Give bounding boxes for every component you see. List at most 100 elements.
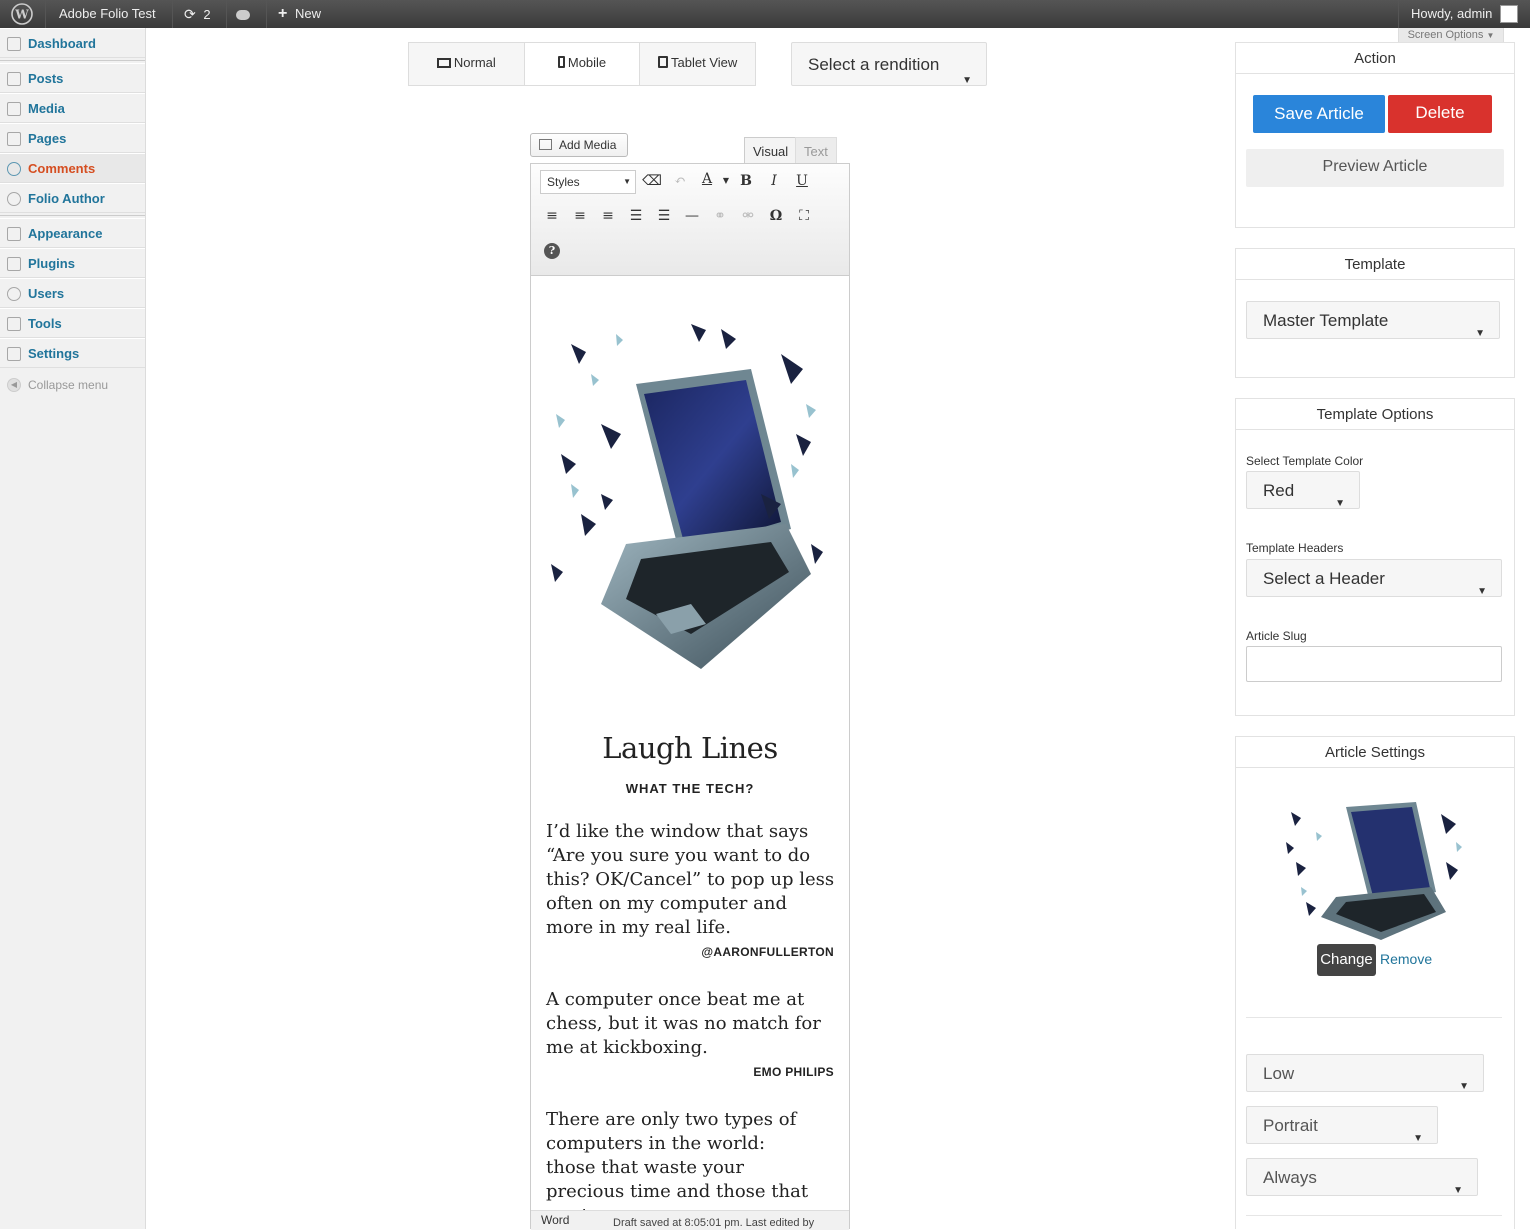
bold-icon[interactable]: B xyxy=(736,171,756,191)
sidebar-item-label: Folio Author xyxy=(28,191,105,206)
bullet-list-icon[interactable]: ☰ xyxy=(626,206,646,226)
align-right-icon[interactable]: ≡ xyxy=(598,206,618,226)
tab-visual[interactable]: Visual xyxy=(744,137,798,164)
quality-select[interactable]: Low ▼ xyxy=(1246,1054,1484,1092)
screen-options-label: Screen Options xyxy=(1407,29,1484,41)
sidebar-item-label: Comments xyxy=(28,161,96,176)
sidebar-item-users[interactable]: Users xyxy=(0,278,145,308)
new-content-link[interactable]: + New xyxy=(278,0,321,28)
sidebar-item-media[interactable]: Media xyxy=(0,93,145,123)
article-slug-input[interactable] xyxy=(1246,646,1502,682)
updates-link[interactable]: ⟳ 2 xyxy=(184,0,211,28)
arrow-down-icon: ▼ xyxy=(1486,31,1495,40)
collapse-menu-label: Collapse menu xyxy=(28,378,109,392)
sidebar-item-label: Appearance xyxy=(28,226,103,241)
sidebar-item-appearance[interactable]: Appearance xyxy=(0,218,145,248)
account-menu[interactable]: Howdy, admin xyxy=(1411,0,1519,28)
article-settings-panel: Article Settings Change Remove Low ▼ Por… xyxy=(1235,736,1515,1229)
template-panel: Template Master Template ▼ xyxy=(1235,248,1515,378)
orientation-select-value: Portrait xyxy=(1263,1116,1318,1135)
save-article-button[interactable]: Save Article xyxy=(1253,95,1385,133)
tab-text[interactable]: Text xyxy=(795,137,837,164)
quote-text: I’d like the window that says “Are you s… xyxy=(546,821,835,938)
admin-bar: W Adobe Folio Test ⟳ 2 + New Howdy, admi… xyxy=(0,0,1530,28)
sidebar-item-comments[interactable]: Comments xyxy=(0,153,145,183)
article-settings-title: Article Settings xyxy=(1236,737,1514,768)
underline-icon[interactable]: U xyxy=(792,171,812,191)
sidebar-item-plugins[interactable]: Plugins xyxy=(0,248,145,278)
styles-select[interactable]: Styles ▼ xyxy=(540,170,636,194)
italic-icon[interactable]: I xyxy=(764,171,784,191)
editor-status-bar: Word Draft saved at 8:05:01 pm. Last edi… xyxy=(531,1210,849,1230)
phone-icon xyxy=(557,56,565,68)
tablet-view-button[interactable]: Tablet View xyxy=(640,43,755,85)
preview-article-button[interactable]: Preview Article xyxy=(1246,149,1504,187)
template-options-panel: Template Options Select Template Color R… xyxy=(1235,398,1515,716)
sidebar-item-dashboard[interactable]: Dashboard xyxy=(0,28,145,58)
sidebar-item-folio-author[interactable]: Folio Author xyxy=(0,183,145,213)
undo-icon[interactable]: ↶ xyxy=(670,171,690,191)
avatar xyxy=(1500,4,1519,23)
remove-image-link[interactable]: Remove xyxy=(1380,951,1432,967)
template-headers-label: Template Headers xyxy=(1246,541,1344,555)
comment-icon xyxy=(7,162,21,176)
appearance-icon xyxy=(7,227,21,241)
frequency-select[interactable]: Always ▼ xyxy=(1246,1158,1478,1196)
chevron-down-icon: ▼ xyxy=(1459,1081,1469,1092)
template-color-select[interactable]: Red ▼ xyxy=(1246,471,1360,509)
svg-text:W: W xyxy=(14,8,29,22)
sidebar-item-label: Plugins xyxy=(28,256,75,271)
template-color-value: Red xyxy=(1263,481,1295,500)
numbered-list-icon[interactable]: ☰ xyxy=(654,206,674,226)
add-media-button[interactable]: Add Media xyxy=(530,133,628,157)
chevron-down-icon: ▼ xyxy=(1453,1185,1463,1196)
divider xyxy=(1246,1215,1502,1216)
tablet-icon xyxy=(658,56,669,68)
word-count-label: Word xyxy=(541,1213,570,1227)
template-select[interactable]: Master Template ▼ xyxy=(1246,301,1500,339)
sidebar-item-tools[interactable]: Tools xyxy=(0,308,145,338)
sidebar-item-settings[interactable]: Settings xyxy=(0,338,145,368)
help-icon[interactable]: ? xyxy=(542,240,562,260)
normal-view-button[interactable]: Normal xyxy=(409,43,525,85)
mobile-view-button[interactable]: Mobile xyxy=(524,43,641,85)
special-character-icon[interactable]: Ω xyxy=(766,206,786,226)
view-toggle-group: Normal Mobile Tablet View xyxy=(408,42,756,86)
quote-author: @AARONFULLERTON xyxy=(701,945,834,959)
mobile-view-label: Mobile xyxy=(567,55,607,70)
sidebar-item-label: Pages xyxy=(28,131,67,146)
hero-image xyxy=(541,314,831,684)
unlink-icon[interactable]: ⚮ xyxy=(738,206,758,226)
fullscreen-icon[interactable]: ⛶ xyxy=(794,206,814,226)
sidebar-item-pages[interactable]: Pages xyxy=(0,123,145,153)
preview-article-label: Preview Article xyxy=(1322,158,1428,175)
eraser-icon[interactable]: ⌫ xyxy=(642,171,662,191)
rendition-select[interactable]: Select a rendition ▼ xyxy=(791,42,987,86)
site-name-link[interactable]: Adobe Folio Test xyxy=(59,0,156,28)
sidebar-item-label: Dashboard xyxy=(28,36,96,51)
align-center-icon[interactable]: ≡ xyxy=(570,206,590,226)
dashboard-icon xyxy=(7,37,21,51)
refresh-icon: ⟳ xyxy=(184,6,196,22)
editor-toolbar: Styles ▼ ⌫ ↶ A ▼ B I U ≡ ≡ ≡ ☰ ☰ — ⚭ ⚮ Ω… xyxy=(531,164,849,276)
comments-link[interactable] xyxy=(236,0,250,28)
quality-select-value: Low xyxy=(1263,1064,1295,1083)
media-icon xyxy=(539,139,552,150)
change-image-button[interactable]: Change xyxy=(1317,944,1376,976)
align-left-icon[interactable]: ≡ xyxy=(542,206,562,226)
wordpress-logo-icon[interactable]: W xyxy=(10,0,34,28)
collapse-arrow-icon: ◀ xyxy=(7,378,21,392)
orientation-select[interactable]: Portrait ▼ xyxy=(1246,1106,1438,1144)
sidebar-item-posts[interactable]: Posts xyxy=(0,63,145,93)
text-color-icon[interactable]: A xyxy=(697,169,717,189)
comment-bubble-icon xyxy=(236,9,250,20)
chevron-down-icon: ▼ xyxy=(1413,1133,1423,1144)
link-icon[interactable]: ⚭ xyxy=(710,206,730,226)
monitor-icon xyxy=(436,58,451,68)
template-headers-select[interactable]: Select a Header ▼ xyxy=(1246,559,1502,597)
horizontal-rule-icon[interactable]: — xyxy=(682,206,702,226)
delete-button[interactable]: Delete xyxy=(1388,95,1492,133)
change-image-label: Change xyxy=(1320,951,1373,968)
collapse-menu-button[interactable]: ◀ Collapse menu xyxy=(0,373,145,397)
chevron-down-icon[interactable]: ▼ xyxy=(716,171,736,191)
